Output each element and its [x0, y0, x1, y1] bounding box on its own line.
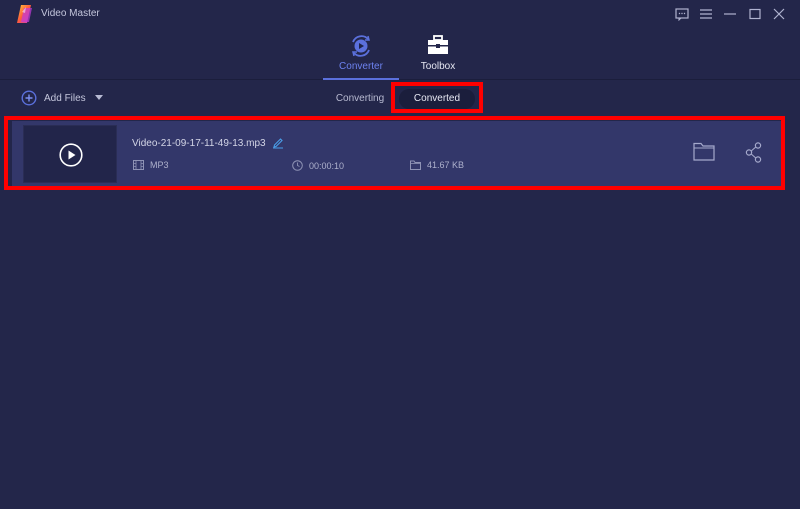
- close-button[interactable]: [770, 5, 788, 23]
- tab-converted[interactable]: Converted: [399, 89, 475, 109]
- tab-toolbox-label: Toolbox: [420, 61, 456, 72]
- file-format-value: MP3: [150, 160, 169, 170]
- add-circle-icon: [21, 90, 37, 106]
- chevron-down-icon[interactable]: [94, 95, 103, 101]
- main-nav: Converter Toolbox: [0, 28, 800, 80]
- converter-play-icon: [323, 34, 399, 58]
- tab-converter-label: Converter: [339, 61, 383, 72]
- toolbox-icon: [400, 34, 476, 58]
- file-list-item: Video-21-09-17-11-49-13.mp3 MP3 00:00:10…: [12, 121, 784, 187]
- menu-button[interactable]: [697, 5, 715, 23]
- share-button[interactable]: [745, 142, 763, 168]
- toolbar: Add Files Converting Converted: [0, 81, 800, 115]
- open-folder-button[interactable]: [693, 142, 715, 166]
- film-icon: [133, 160, 144, 170]
- active-tab-indicator: [323, 78, 399, 80]
- chat-bubble-icon: [675, 7, 689, 21]
- tab-toolbox[interactable]: Toolbox: [400, 34, 476, 80]
- minimize-icon: [724, 13, 736, 15]
- add-files-button[interactable]: Add Files: [21, 90, 103, 106]
- clock-icon: [292, 160, 303, 171]
- file-name: Video-21-09-17-11-49-13.mp3: [132, 137, 284, 149]
- folder-icon: [693, 142, 715, 161]
- maximize-icon: [749, 8, 761, 20]
- app-logo-icon: [15, 3, 35, 25]
- close-icon: [773, 8, 785, 20]
- folder-small-icon: [410, 160, 421, 170]
- edit-pencil-icon[interactable]: [272, 137, 284, 149]
- hamburger-menu-icon: [700, 9, 712, 19]
- tab-converter[interactable]: Converter: [323, 34, 399, 80]
- file-thumbnail[interactable]: [23, 125, 117, 183]
- file-duration: 00:00:10: [292, 160, 344, 171]
- file-name-text: Video-21-09-17-11-49-13.mp3: [132, 137, 266, 149]
- add-files-label: Add Files: [44, 92, 86, 104]
- play-icon[interactable]: [59, 143, 83, 167]
- tab-converting[interactable]: Converting: [327, 89, 393, 109]
- feedback-button[interactable]: [673, 5, 691, 23]
- file-format: MP3: [133, 160, 169, 170]
- app-title: Video Master: [41, 8, 100, 19]
- file-duration-value: 00:00:10: [309, 160, 345, 171]
- file-size-value: 41.67 KB: [427, 160, 465, 170]
- minimize-button[interactable]: [721, 5, 739, 23]
- file-size: 41.67 KB: [410, 160, 464, 170]
- title-bar: Video Master: [0, 0, 800, 28]
- maximize-button[interactable]: [746, 5, 764, 23]
- share-icon: [745, 142, 762, 163]
